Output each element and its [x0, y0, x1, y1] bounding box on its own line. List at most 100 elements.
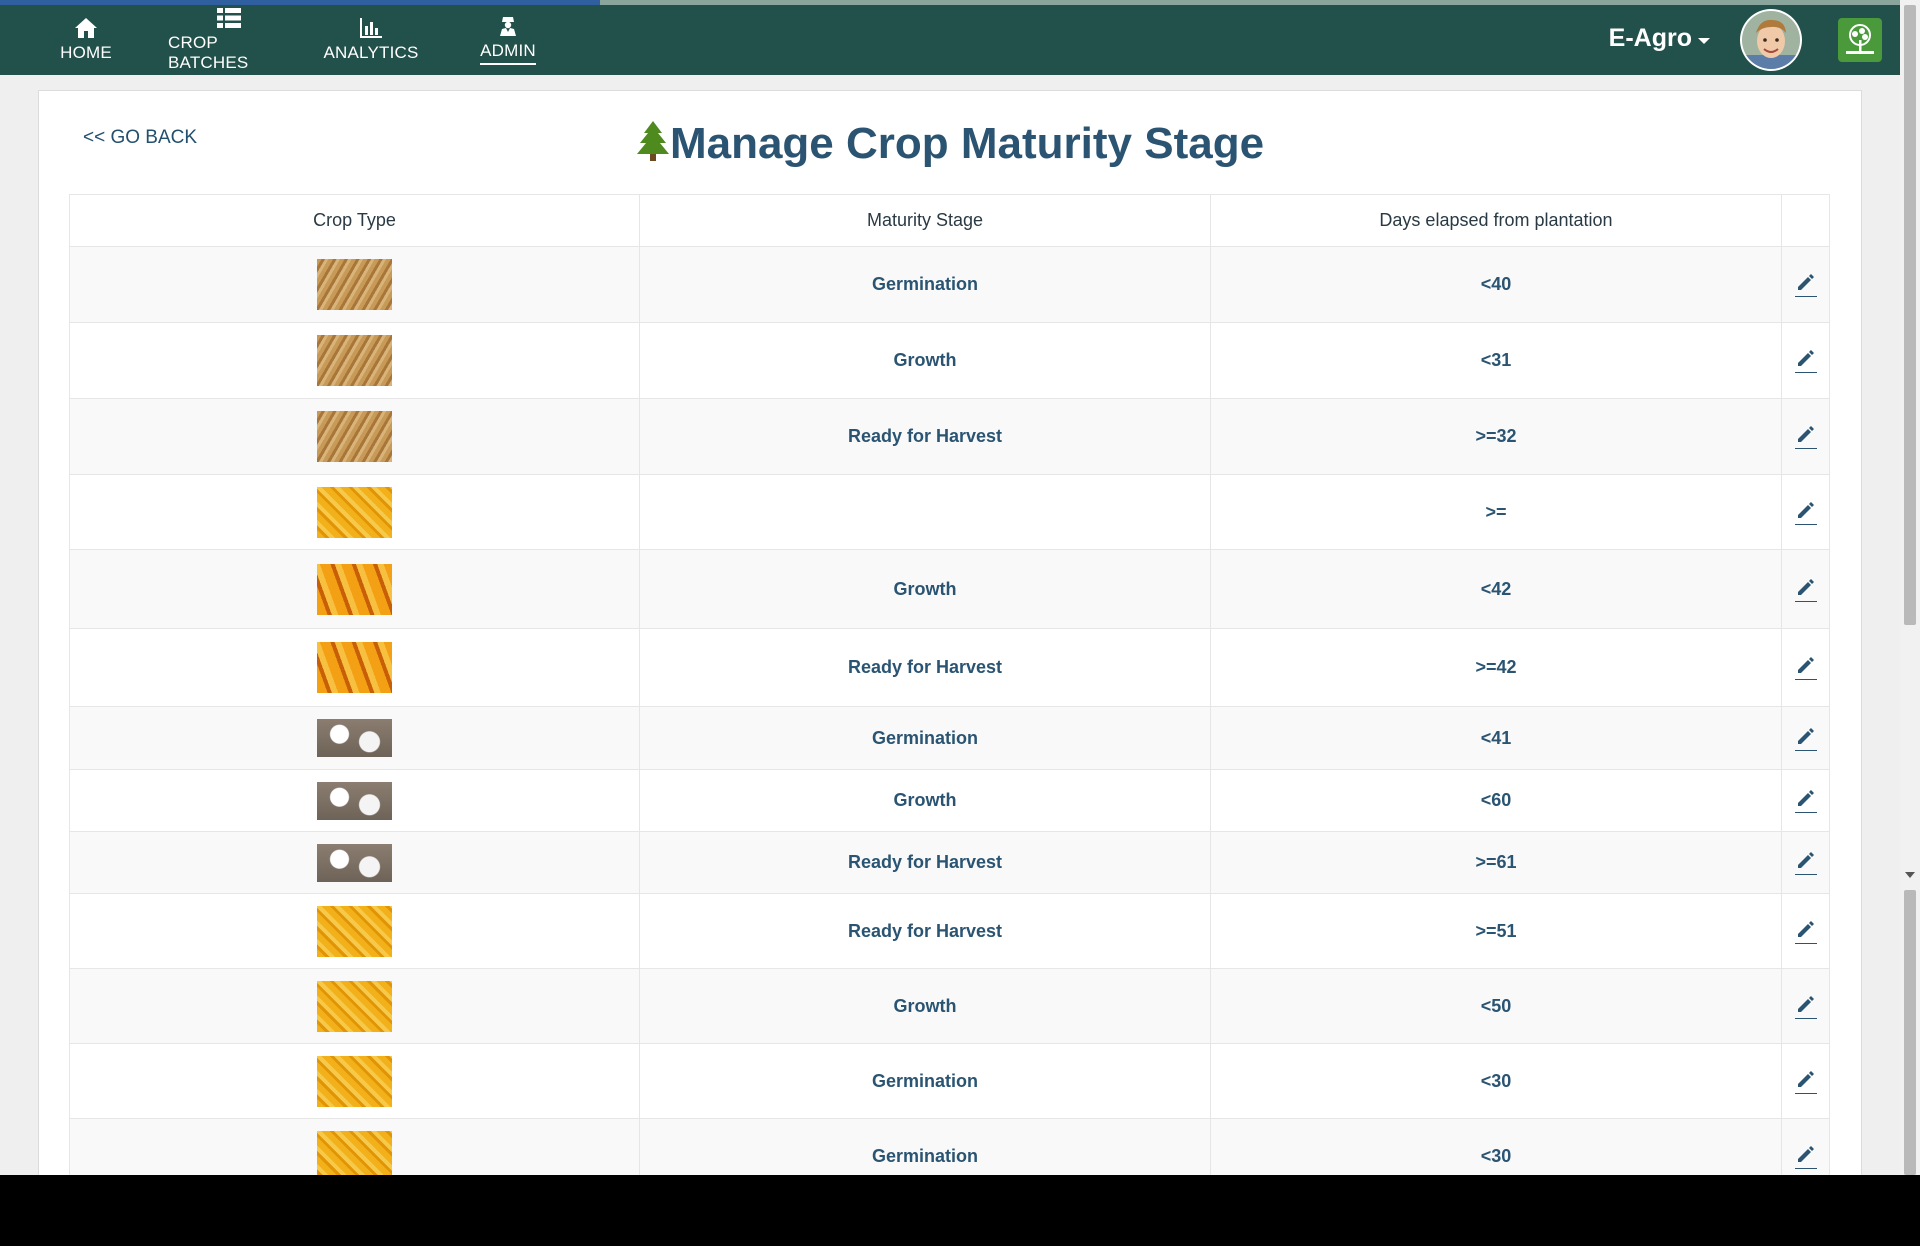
- days-elapsed-cell: <50: [1210, 968, 1782, 1044]
- edit-button[interactable]: [1794, 919, 1817, 944]
- crop-type-cell: [69, 831, 640, 894]
- crop-type-cell: [69, 322, 640, 399]
- crop-type-cell: [69, 893, 640, 969]
- table-row: Ready for Harvest >=51: [69, 893, 1830, 969]
- tree-icon: [636, 121, 669, 161]
- edit-button[interactable]: [1794, 850, 1817, 875]
- crop-type-cell: [69, 1043, 640, 1119]
- table-row: Ready for Harvest >=42: [69, 628, 1830, 707]
- edit-button[interactable]: [1794, 424, 1817, 449]
- days-elapsed-cell: >=61: [1210, 831, 1782, 894]
- maturity-stage-cell: [639, 474, 1211, 550]
- cotton-image: [317, 781, 392, 820]
- days-elapsed-cell: <30: [1210, 1043, 1782, 1119]
- crop-type-cell: [69, 474, 640, 550]
- crop-type-cell: [69, 246, 640, 323]
- pencil-icon: [1797, 920, 1814, 937]
- actions-cell: [1781, 549, 1830, 629]
- nav-crop-batches-label: CROP BATCHES: [168, 33, 249, 72]
- scroll-down-icon[interactable]: [1905, 872, 1915, 878]
- table-row: Ready for Harvest >=61: [69, 831, 1830, 894]
- table-header-row: Crop Type Maturity Stage Days elapsed fr…: [69, 194, 1830, 247]
- days-elapsed-cell: <60: [1210, 769, 1782, 832]
- edit-button[interactable]: [1794, 272, 1817, 297]
- col-header-maturity-stage: Maturity Stage: [639, 194, 1211, 247]
- actions-cell: [1781, 246, 1830, 323]
- maturity-stage-cell: Ready for Harvest: [639, 893, 1211, 969]
- crop-type-cell: [69, 628, 640, 707]
- edit-button[interactable]: [1794, 726, 1817, 751]
- days-elapsed-cell: <41: [1210, 706, 1782, 770]
- table-row: Ready for Harvest >=32: [69, 398, 1830, 475]
- crop-type-cell: [69, 398, 640, 475]
- pencil-icon: [1797, 1070, 1814, 1087]
- admin-icon: [500, 17, 516, 36]
- corn-kernels-image: [317, 1130, 392, 1182]
- corn-kernels-image: [317, 905, 392, 957]
- maturity-stage-cell: Ready for Harvest: [639, 398, 1211, 475]
- actions-cell: [1781, 968, 1830, 1044]
- maturity-stage-cell: Growth: [639, 549, 1211, 629]
- actions-cell: [1781, 628, 1830, 707]
- pencil-icon: [1797, 350, 1814, 366]
- maturity-stage-cell: Germination: [639, 246, 1211, 323]
- col-header-crop-type: Crop Type: [69, 194, 640, 247]
- app-logo: [1838, 18, 1882, 62]
- corn-kernels-image: [317, 486, 392, 538]
- edit-button[interactable]: [1794, 994, 1817, 1019]
- edit-button[interactable]: [1794, 655, 1817, 680]
- tree-logo-icon: [1846, 24, 1874, 54]
- content-card: << GO BACK Manage Crop Maturity Stage Cr…: [38, 90, 1862, 1194]
- nav-admin[interactable]: ADMIN: [476, 5, 540, 75]
- col-header-days-elapsed: Days elapsed from plantation: [1210, 194, 1782, 247]
- scrollbar-thumb-lower[interactable]: [1904, 890, 1916, 1175]
- nav-crop-batches[interactable]: CROP BATCHES: [168, 5, 290, 75]
- table-row: >=: [69, 474, 1830, 550]
- account-menu[interactable]: E-Agro: [1609, 24, 1710, 53]
- cotton-image: [317, 843, 392, 882]
- vertical-scrollbar[interactable]: [1900, 0, 1920, 1175]
- maturity-stage-table: Crop Type Maturity Stage Days elapsed fr…: [69, 194, 1830, 1194]
- nav-home-label: HOME: [60, 43, 112, 62]
- edit-button[interactable]: [1794, 577, 1817, 602]
- pencil-icon: [1797, 578, 1814, 595]
- actions-cell: [1781, 1043, 1830, 1119]
- edit-button[interactable]: [1794, 500, 1817, 525]
- col-header-actions: [1781, 194, 1830, 247]
- actions-cell: [1781, 322, 1830, 399]
- maturity-stage-cell: Germination: [639, 706, 1211, 770]
- table-row: Growth <50: [69, 968, 1830, 1044]
- avatar[interactable]: [1742, 11, 1800, 69]
- days-elapsed-cell: <31: [1210, 322, 1782, 399]
- table-row: Germination <41: [69, 706, 1830, 770]
- page-title-text: Manage Crop Maturity Stage: [669, 119, 1265, 168]
- days-elapsed-cell: >=42: [1210, 628, 1782, 707]
- maturity-stage-cell: Growth: [639, 322, 1211, 399]
- maturity-stage-cell: Germination: [639, 1043, 1211, 1119]
- list-icon: [217, 8, 241, 28]
- edit-button[interactable]: [1794, 1069, 1817, 1094]
- maturity-stage-cell: Growth: [639, 769, 1211, 832]
- edit-button[interactable]: [1794, 348, 1817, 373]
- maturity-stage-cell: Ready for Harvest: [639, 628, 1211, 707]
- corn-kernels-image: [317, 980, 392, 1032]
- wheat-image: [317, 411, 392, 462]
- top-navbar: HOME CROP BATCHES ANALYTICS ADMIN E-Agro: [0, 5, 1900, 75]
- nav-analytics[interactable]: ANALYTICS: [324, 5, 418, 75]
- chevron-down-icon: [1698, 37, 1710, 44]
- corn-ears-image: [317, 642, 392, 693]
- table-row: Germination <40: [69, 246, 1830, 323]
- pencil-icon: [1797, 274, 1814, 290]
- nav-home[interactable]: HOME: [52, 5, 120, 75]
- actions-cell: [1781, 893, 1830, 969]
- crop-type-cell: [69, 769, 640, 832]
- scrollbar-thumb[interactable]: [1904, 5, 1916, 625]
- edit-button[interactable]: [1794, 788, 1817, 813]
- edit-button[interactable]: [1794, 1144, 1817, 1169]
- pencil-icon: [1797, 852, 1814, 868]
- home-icon: [75, 18, 97, 38]
- pencil-icon: [1797, 426, 1814, 442]
- corn-kernels-image: [317, 1055, 392, 1107]
- pencil-icon: [1797, 995, 1814, 1012]
- corn-ears-image: [317, 563, 392, 615]
